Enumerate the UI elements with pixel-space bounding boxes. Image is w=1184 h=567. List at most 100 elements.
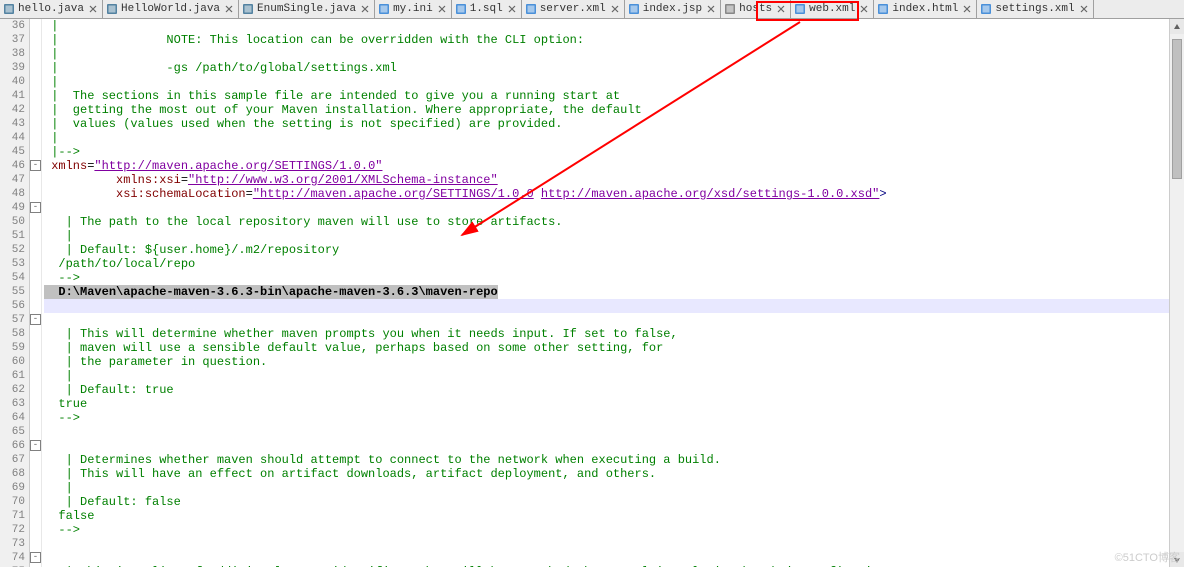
scroll-up-button[interactable]: [1170, 19, 1184, 34]
line-number: 61: [0, 369, 25, 383]
close-icon[interactable]: [507, 4, 517, 14]
code-line[interactable]: [44, 425, 1169, 439]
tab-web-xml[interactable]: web.xml: [791, 0, 874, 18]
line-number: 70: [0, 495, 25, 509]
line-number: 50: [0, 215, 25, 229]
tab-index-html[interactable]: index.html: [874, 0, 977, 18]
code-line[interactable]: | This will determine whether maven prom…: [44, 327, 1169, 341]
line-number: 69: [0, 481, 25, 495]
line-number: 73: [0, 537, 25, 551]
close-icon[interactable]: [776, 4, 786, 14]
line-number: 45: [0, 145, 25, 159]
code-line[interactable]: [44, 551, 1169, 565]
code-line[interactable]: | Default: true: [44, 383, 1169, 397]
code-line[interactable]: |: [44, 47, 1169, 61]
line-number: 39: [0, 61, 25, 75]
code-line[interactable]: |: [44, 131, 1169, 145]
close-icon[interactable]: [360, 4, 370, 14]
code-line[interactable]: | Default: ${user.home}/.m2/repository: [44, 243, 1169, 257]
code-line[interactable]: | getting the most out of your Maven ins…: [44, 103, 1169, 117]
line-number: 51: [0, 229, 25, 243]
code-line[interactable]: | -gs /path/to/global/settings.xml: [44, 61, 1169, 75]
code-line[interactable]: |-->: [44, 145, 1169, 159]
close-icon[interactable]: [1079, 4, 1089, 14]
file-icon: [724, 3, 736, 15]
line-number: 47: [0, 173, 25, 187]
close-icon[interactable]: [962, 4, 972, 14]
tab-server-xml[interactable]: server.xml: [522, 0, 625, 18]
code-line[interactable]: true: [44, 397, 1169, 411]
code-line[interactable]: /path/to/local/repo: [44, 257, 1169, 271]
line-number: 74: [0, 551, 25, 565]
scroll-thumb[interactable]: [1172, 39, 1182, 179]
line-number: 56: [0, 299, 25, 313]
tab-EnumSingle-java[interactable]: EnumSingle.java: [239, 0, 375, 18]
close-icon[interactable]: [437, 4, 447, 14]
code-line[interactable]: false: [44, 509, 1169, 523]
code-line[interactable]: xmlns:xsi="http://www.w3.org/2001/XMLSch…: [44, 173, 1169, 187]
code-line[interactable]: | the parameter in question.: [44, 355, 1169, 369]
code-line[interactable]: | values (values used when the setting i…: [44, 117, 1169, 131]
file-icon: [877, 3, 889, 15]
code-line[interactable]: -->: [44, 271, 1169, 285]
code-line[interactable]: | Determines whether maven should attemp…: [44, 453, 1169, 467]
line-number: 65: [0, 425, 25, 439]
code-line[interactable]: | NOTE: This location can be overridden …: [44, 33, 1169, 47]
code-line[interactable]: |: [44, 369, 1169, 383]
line-number: 67: [0, 453, 25, 467]
close-icon[interactable]: [706, 4, 716, 14]
fold-toggle[interactable]: -: [30, 314, 41, 325]
code-line[interactable]: |: [44, 229, 1169, 243]
line-number-gutter: 3637383940414243444546474849505152535455…: [0, 19, 30, 567]
code-line[interactable]: | maven will use a sensible default valu…: [44, 341, 1169, 355]
code-line[interactable]: [44, 299, 1169, 313]
code-line[interactable]: [44, 313, 1169, 327]
tab-label: HelloWorld.java: [121, 3, 220, 15]
tab-index-jsp[interactable]: index.jsp: [625, 0, 721, 18]
code-line[interactable]: [44, 201, 1169, 215]
code-line[interactable]: [44, 439, 1169, 453]
line-number: 71: [0, 509, 25, 523]
line-number: 40: [0, 75, 25, 89]
fold-toggle[interactable]: -: [30, 160, 41, 171]
file-icon: [628, 3, 640, 15]
code-line[interactable]: | Default: false: [44, 495, 1169, 509]
code-line[interactable]: [44, 537, 1169, 551]
vertical-scrollbar[interactable]: [1169, 19, 1184, 567]
code-line[interactable]: xmlns="http://maven.apache.org/SETTINGS/…: [44, 159, 1169, 173]
line-number: 37: [0, 33, 25, 47]
close-icon[interactable]: [224, 4, 234, 14]
tab-1-sql[interactable]: 1.sql: [452, 0, 522, 18]
close-icon[interactable]: [610, 4, 620, 14]
code-line[interactable]: D:\Maven\apache-maven-3.6.3-bin\apache-m…: [44, 285, 1169, 299]
code-line[interactable]: -->: [44, 523, 1169, 537]
code-line[interactable]: -->: [44, 411, 1169, 425]
tab-hosts[interactable]: hosts: [721, 0, 791, 18]
close-icon[interactable]: [88, 4, 98, 14]
fold-toggle[interactable]: -: [30, 202, 41, 213]
tab-HelloWorld-java[interactable]: HelloWorld.java: [103, 0, 239, 18]
line-number: 52: [0, 243, 25, 257]
tab-my-ini[interactable]: my.ini: [375, 0, 452, 18]
line-number: 62: [0, 383, 25, 397]
line-number: 54: [0, 271, 25, 285]
tab-settings-xml[interactable]: settings.xml: [977, 0, 1093, 18]
code-line[interactable]: | The sections in this sample file are i…: [44, 89, 1169, 103]
fold-toggle[interactable]: -: [30, 552, 41, 563]
line-number: 36: [0, 19, 25, 33]
fold-toggle[interactable]: -: [30, 440, 41, 451]
line-number: 55: [0, 285, 25, 299]
file-icon: [378, 3, 390, 15]
tab-hello-java[interactable]: hello.java: [0, 0, 103, 18]
code-line[interactable]: xsi:schemaLocation="http://maven.apache.…: [44, 187, 1169, 201]
code-area[interactable]: | | NOTE: This location can be overridde…: [42, 19, 1169, 567]
code-line[interactable]: | This will have an effect on artifact d…: [44, 467, 1169, 481]
close-icon[interactable]: [859, 4, 869, 14]
tab-label: my.ini: [393, 3, 433, 15]
code-line[interactable]: |: [44, 19, 1169, 33]
code-line[interactable]: | The path to the local repository maven…: [44, 215, 1169, 229]
code-line[interactable]: |: [44, 75, 1169, 89]
file-icon: [794, 3, 806, 15]
tab-label: server.xml: [540, 3, 606, 15]
code-line[interactable]: |: [44, 481, 1169, 495]
